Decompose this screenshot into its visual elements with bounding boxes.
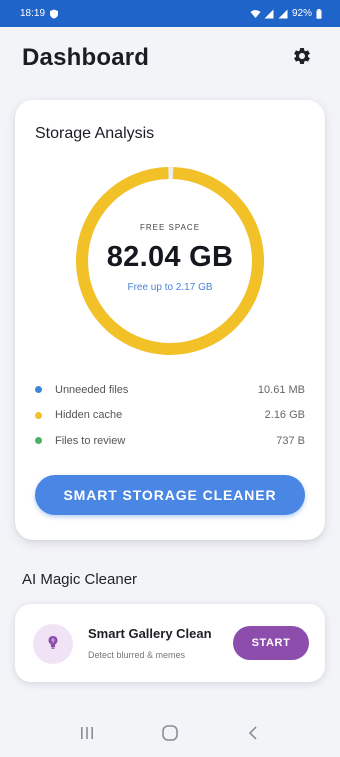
legend-label: Unneeded files <box>55 383 129 396</box>
settings-button[interactable] <box>290 46 314 70</box>
ai-icon-wrap <box>33 624 73 664</box>
legend-row-unneeded: Unneeded files 10.61 MB <box>35 377 305 403</box>
legend-dot-review <box>35 437 42 445</box>
status-left: 18:19 <box>20 8 59 19</box>
free-space-label: FREE SPACE <box>139 223 201 232</box>
legend-dot-unneeded <box>35 386 42 394</box>
signal-2-icon <box>278 9 288 19</box>
ring-center: FREE SPACE 82.04 GB Free up to 2.17 GB <box>72 163 268 359</box>
legend-value: 2.16 GB <box>264 409 305 422</box>
home-icon <box>161 724 179 747</box>
back-icon <box>247 725 259 746</box>
app-header: Dashboard <box>0 27 340 89</box>
status-right: 92% <box>250 8 326 19</box>
ai-card-subtitle: Detect blurred & memes <box>88 650 186 660</box>
brain-icon <box>45 634 61 655</box>
home-button[interactable] <box>155 720 185 750</box>
legend-value: 10.61 MB <box>257 383 305 396</box>
battery-percent: 92% <box>291 8 312 19</box>
status-time: 18:19 <box>20 8 46 19</box>
smart-storage-cleaner-button[interactable]: SMART STORAGE CLEANER <box>35 475 305 515</box>
status-bar: 18:19 92% <box>0 0 340 27</box>
battery-icon <box>316 8 326 19</box>
signal-icon <box>264 9 274 19</box>
legend-label: Hidden cache <box>55 409 123 422</box>
legend-dot-cache <box>35 411 42 419</box>
legend-label: Files to review <box>55 434 126 447</box>
recent-apps-button[interactable] <box>72 720 102 750</box>
legend-row-review: Files to review 737 B <box>35 428 305 454</box>
free-up-text: Free up to 2.17 GB <box>127 282 213 293</box>
back-button[interactable] <box>238 720 268 750</box>
ai-card-title: Smart Gallery Clean <box>88 626 212 641</box>
page-title: Dashboard <box>22 44 150 71</box>
storage-analysis-card: Storage Analysis FREE SPACE 82.04 GB Fre… <box>15 100 325 540</box>
start-button[interactable]: START <box>233 626 309 660</box>
storage-legend: Unneeded files 10.61 MB Hidden cache 2.1… <box>35 377 305 454</box>
system-nav-bar <box>0 713 340 757</box>
legend-value: 737 B <box>276 434 305 447</box>
gear-icon <box>292 46 312 71</box>
legend-row-cache: Hidden cache 2.16 GB <box>35 403 305 429</box>
section-title: AI Magic Cleaner <box>22 571 138 588</box>
wifi-icon <box>250 9 261 19</box>
recent-apps-icon <box>79 726 95 745</box>
free-space-value: 82.04 GB <box>106 241 234 273</box>
card-title: Storage Analysis <box>35 125 155 142</box>
shield-icon <box>49 9 59 19</box>
smart-gallery-card[interactable]: Smart Gallery Clean Detect blurred & mem… <box>15 604 325 682</box>
storage-ring: FREE SPACE 82.04 GB Free up to 2.17 GB <box>72 163 268 359</box>
